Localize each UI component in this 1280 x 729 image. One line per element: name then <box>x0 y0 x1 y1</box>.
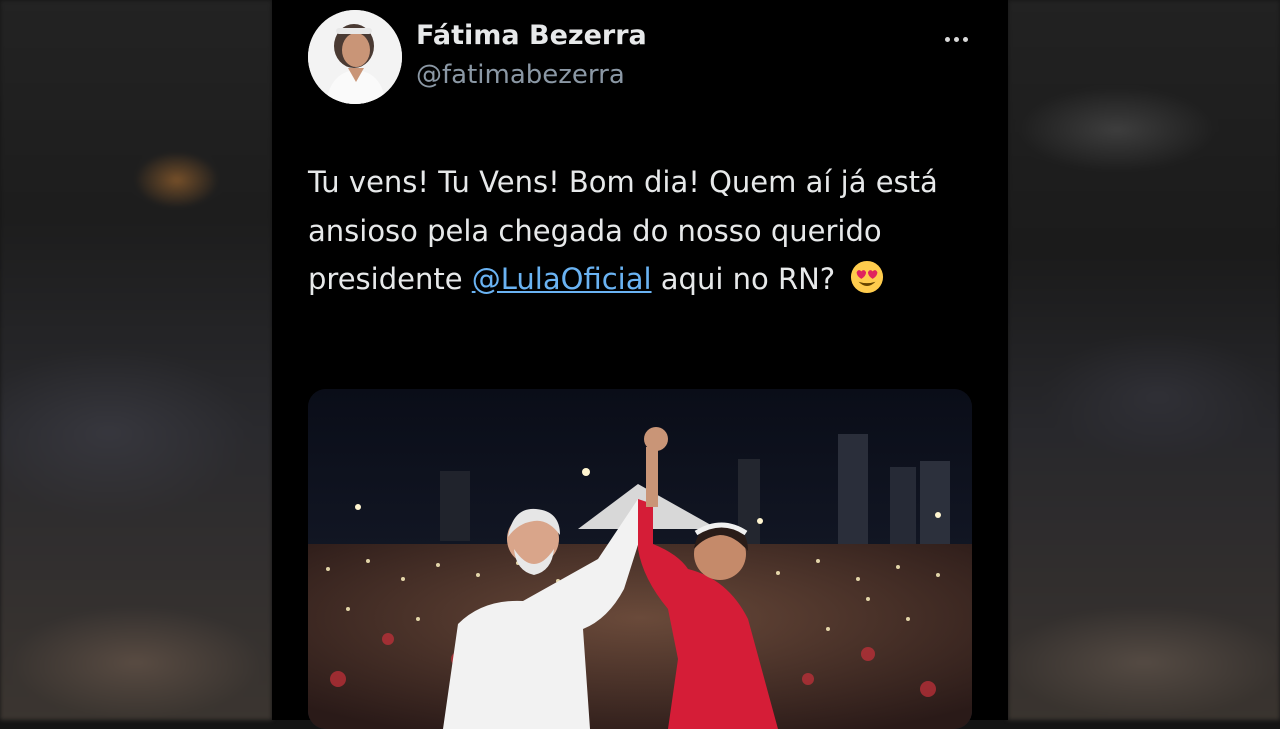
mention-link[interactable]: @LulaOficial <box>472 262 652 296</box>
rally-photo <box>308 389 972 729</box>
tweet-text: Tu vens! Tu Vens! Bom dia! Quem aí já es… <box>308 158 968 304</box>
tweet-text-part: aqui no RN? <box>651 262 845 296</box>
avatar[interactable] <box>308 10 402 104</box>
author-handle[interactable]: @fatimabezerra <box>416 60 625 90</box>
more-options-icon[interactable] <box>936 24 976 54</box>
author-name[interactable]: Fátima Bezerra <box>416 20 647 51</box>
tweet-photo[interactable] <box>308 389 972 729</box>
heart-eyes-emoji-icon <box>851 260 884 294</box>
blurred-backdrop-left <box>0 0 272 720</box>
tweet-card[interactable]: Fátima Bezerra @fatimabezerra Tu vens! T… <box>272 0 1008 729</box>
avatar-photo <box>308 10 402 104</box>
blurred-backdrop-right <box>1008 0 1280 720</box>
